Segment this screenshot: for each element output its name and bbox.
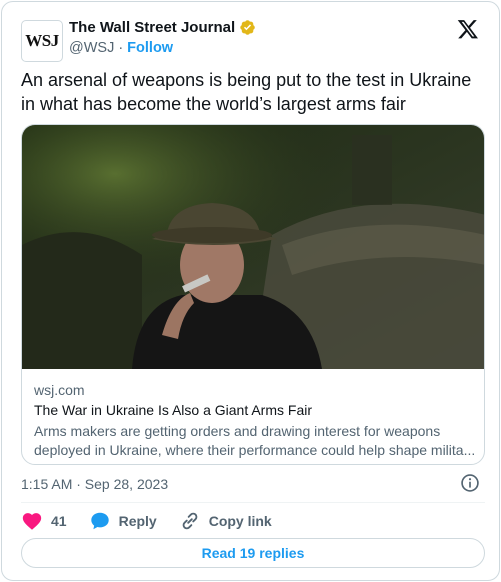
x-logo-icon[interactable] bbox=[457, 18, 479, 40]
read-replies-button[interactable]: Read 19 replies bbox=[21, 538, 485, 568]
reply-button[interactable]: Reply bbox=[89, 510, 157, 532]
tweet-card: WSJ The Wall Street Journal @WSJ · Follo… bbox=[1, 1, 500, 581]
like-count: 41 bbox=[51, 513, 67, 529]
tweet-timestamp[interactable]: 1:15 AM · Sep 28, 2023 bbox=[21, 476, 168, 492]
link-preview-card[interactable]: wsj.com The War in Ukraine Is Also a Gia… bbox=[21, 124, 485, 465]
link-description-line-2: deployed in Ukraine, where their perform… bbox=[34, 442, 476, 458]
link-description-line-1: Arms makers are getting orders and drawi… bbox=[34, 423, 441, 439]
follow-button[interactable]: Follow bbox=[127, 40, 173, 56]
author-handle-row: @WSJ · Follow bbox=[69, 40, 173, 56]
like-button[interactable]: 41 bbox=[21, 510, 67, 532]
author-avatar[interactable]: WSJ bbox=[21, 20, 63, 62]
handle-separator: · bbox=[118, 40, 124, 56]
copy-link-label: Copy link bbox=[208, 513, 272, 529]
link-icon bbox=[182, 512, 198, 530]
reply-bubble-icon bbox=[90, 512, 109, 530]
reply-label: Reply bbox=[118, 513, 157, 529]
author-display-name[interactable]: The Wall Street Journal bbox=[69, 19, 235, 36]
article-photo[interactable] bbox=[22, 125, 485, 369]
info-icon[interactable] bbox=[460, 473, 480, 493]
tweet-text: An arsenal of weapons is being put to th… bbox=[21, 70, 472, 114]
link-description: Arms makers are getting orders and drawi… bbox=[34, 422, 478, 460]
divider bbox=[21, 502, 485, 503]
author-logo-text: WSJ bbox=[25, 31, 59, 50]
author-name-row: The Wall Street Journal bbox=[69, 19, 256, 36]
tweet-actions: 41 Reply Copy link bbox=[21, 509, 294, 533]
heart-icon bbox=[22, 513, 42, 530]
link-domain: wsj.com bbox=[34, 382, 85, 398]
copy-link-button[interactable]: Copy link bbox=[179, 510, 272, 532]
read-replies-label: Read 19 replies bbox=[201, 545, 305, 561]
link-title: The War in Ukraine Is Also a Giant Arms … bbox=[34, 402, 313, 418]
author-handle[interactable]: @WSJ bbox=[69, 40, 114, 56]
verified-badge-icon bbox=[240, 20, 255, 35]
